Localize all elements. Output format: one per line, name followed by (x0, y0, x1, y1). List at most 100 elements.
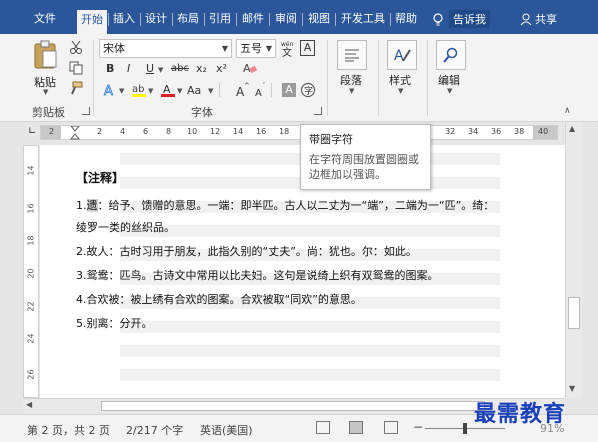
phonetic-guide-icon[interactable]: wén文 (281, 39, 295, 57)
underline-button[interactable]: U (146, 62, 154, 76)
tab-references[interactable]: 引用 (209, 11, 231, 29)
font-name-combo[interactable]: 宋体 ▼ (99, 39, 232, 58)
tooltip-body: 在字符周围放置圆圈或 边框加以强调。 (309, 152, 419, 182)
tooltip-line: 边框加以强调。 (309, 168, 386, 181)
tab-review[interactable]: 审阅 (275, 11, 297, 29)
ruler-tick: 4 (120, 127, 126, 136)
tab-design[interactable]: 设计 (145, 11, 167, 29)
indent-marker-icon[interactable] (70, 126, 80, 141)
tab-view[interactable]: 视图 (308, 11, 330, 29)
page-count[interactable]: 第 2 页，共 2 页 (27, 422, 110, 438)
strikethrough-button[interactable]: abc (171, 62, 189, 76)
watermark: 最需教育 (474, 401, 567, 427)
format-painter-icon[interactable] (69, 81, 83, 95)
tab-separator (335, 13, 336, 26)
shrink-font-icon[interactable]: Aˇ (254, 82, 268, 98)
ruler-tick: 8 (166, 127, 172, 136)
subscript-button[interactable]: x₂ (196, 62, 207, 76)
character-border-button[interactable]: A (300, 40, 315, 56)
note-line: 5.别离：分开。 (76, 317, 153, 330)
horizontal-ruler[interactable]: 2 2 4 6 8 10 12 14 16 18 32 34 36 38 40 (40, 125, 558, 140)
paragraph-icon (345, 49, 359, 62)
language-indicator[interactable]: 英语(美国) (200, 422, 253, 438)
styles-button[interactable]: A (387, 40, 417, 70)
ribbon-tab-bar: 文件 开始 插入 设计 布局 引用 邮件 审阅 视图 开发工具 帮助 告诉我 共… (0, 0, 598, 34)
superscript-button[interactable]: x² (216, 62, 227, 76)
horizontal-scroll-thumb[interactable] (101, 401, 485, 411)
svg-text:A: A (243, 62, 251, 75)
ruler-tick: 18 (279, 127, 290, 136)
ribbon-home: 粘贴 ▼ 剪贴板 宋体 ▼ 五号 ▼ wén 文 A B I U ▼ abc x₂… (0, 34, 598, 122)
chevron-down-icon: ▼ (221, 44, 228, 53)
copy-icon[interactable] (69, 61, 83, 75)
tell-me-box[interactable]: 告诉我 (433, 10, 490, 28)
clipboard-dialog-launcher[interactable] (82, 107, 90, 115)
group-separator (93, 40, 94, 116)
collapse-ribbon-icon[interactable]: ∧ (564, 106, 571, 116)
editing-button[interactable] (436, 40, 466, 70)
selected-character[interactable]: 遗 (86, 199, 98, 212)
paragraph-label: 段落 (340, 74, 362, 87)
ruler-tick: 14 (233, 127, 244, 136)
tab-insert[interactable]: 插入 (113, 11, 135, 29)
font-color-icon[interactable]: A (160, 82, 176, 98)
tab-mailings[interactable]: 邮件 (242, 11, 264, 29)
bold-button[interactable]: B (106, 62, 114, 76)
share-label: 共享 (535, 13, 557, 26)
ruler-tick: 14 (26, 165, 36, 176)
tab-file[interactable]: 文件 (34, 11, 56, 29)
share-button[interactable]: 共享 (520, 11, 557, 27)
ruler-tick: 24 (26, 333, 36, 344)
ruler-tick: 26 (26, 369, 36, 380)
scroll-up-icon[interactable]: ▲ (569, 124, 575, 133)
svg-text:字: 字 (304, 85, 313, 97)
tab-layout[interactable]: 布局 (177, 11, 199, 29)
clipboard-icon (34, 40, 57, 69)
font-dialog-launcher[interactable] (314, 107, 322, 115)
text-effects-icon[interactable]: A (103, 82, 119, 98)
character-shading-button[interactable]: A (282, 83, 296, 97)
highlight-icon[interactable]: ab (131, 82, 147, 98)
paste-button[interactable]: 粘贴 ▼ (30, 40, 62, 96)
clear-formatting-icon[interactable]: A (243, 61, 257, 75)
svg-text:A: A (394, 48, 404, 64)
grow-font-icon[interactable]: A ^ (236, 82, 250, 98)
scroll-down-icon[interactable]: ▼ (569, 384, 575, 393)
italic-button[interactable]: I (127, 62, 130, 76)
ruler-tick: 2 (97, 127, 103, 136)
word-count[interactable]: 2/217 个字 (126, 422, 183, 438)
zoom-out-icon[interactable]: − (413, 420, 423, 434)
tab-help[interactable]: 帮助 (395, 11, 417, 29)
ruler-tick: 6 (143, 127, 149, 136)
note-line: 2.故人：古时习用于朋友，此指久别的“丈夫”。尚：犹也。尔：如此。 (76, 245, 417, 258)
note-text: ：给予、馈赠的意思。一端：即半匹。古人以二丈为一“端”，二端为一“匹”。绮： (97, 199, 495, 212)
svg-text:wén: wén (281, 41, 294, 48)
font-size-value: 五号 (240, 42, 262, 55)
tab-selector-icon[interactable]: ∟ (28, 126, 36, 137)
chevron-down-icon: ▼ (148, 87, 154, 95)
font-size-combo[interactable]: 五号 ▼ (236, 39, 276, 58)
ruler-tick: 20 (26, 268, 36, 279)
chevron-down-icon: ▼ (208, 87, 214, 95)
change-case-button[interactable]: Aa (187, 84, 201, 98)
paragraph-button[interactable] (337, 40, 367, 70)
ruler-tick: 32 (445, 127, 456, 136)
read-mode-icon[interactable] (316, 421, 330, 434)
styles-icon: A (394, 48, 411, 64)
scroll-left-icon[interactable]: ◀ (26, 400, 32, 409)
vertical-ruler[interactable]: 14 16 18 20 22 24 26 (23, 145, 39, 398)
zoom-slider-knob[interactable] (463, 423, 467, 434)
print-layout-icon[interactable] (349, 421, 363, 434)
cut-icon[interactable] (69, 40, 83, 54)
tab-separator (390, 13, 391, 26)
tab-home[interactable]: 开始 (77, 10, 107, 34)
web-layout-icon[interactable] (384, 421, 398, 434)
tab-developer[interactable]: 开发工具 (341, 11, 385, 29)
ruler-tick: 34 (468, 127, 479, 136)
enclose-characters-icon[interactable]: 字 (300, 82, 316, 98)
group-separator (327, 40, 328, 116)
vertical-scroll-thumb[interactable] (568, 297, 580, 329)
vertical-scrollbar[interactable]: ▲ ▼ (565, 122, 582, 398)
svg-text:^: ^ (244, 82, 250, 90)
chevron-down-icon: ▼ (119, 87, 125, 95)
